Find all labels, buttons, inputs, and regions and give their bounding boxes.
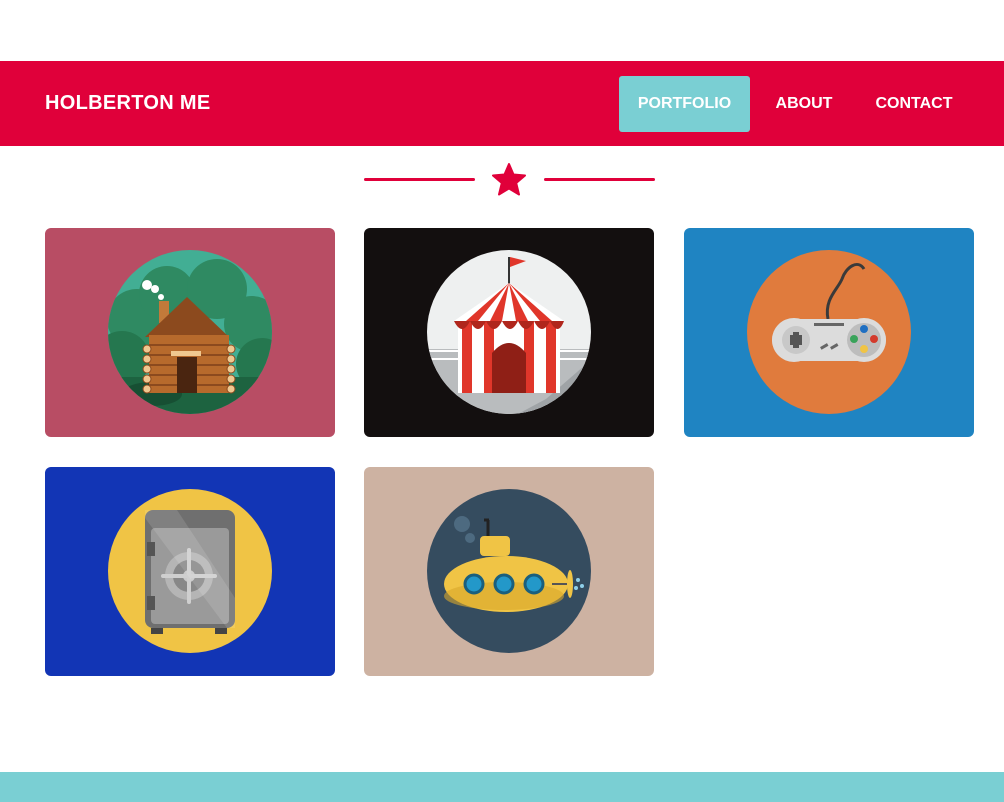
star-icon [492, 163, 526, 196]
portfolio-item-circus[interactable] [364, 228, 654, 437]
portfolio-item-submarine[interactable] [364, 467, 654, 676]
nav-about[interactable]: ABOUT [758, 76, 850, 132]
footer-bar [0, 772, 1004, 802]
portfolio-item-safe[interactable] [45, 467, 335, 676]
divider-line-right [544, 178, 655, 181]
brand-logo[interactable]: HOLBERTON ME [45, 61, 210, 146]
portfolio-item-cabin[interactable] [45, 228, 335, 437]
portfolio-item-controller[interactable] [684, 228, 974, 437]
top-navbar: HOLBERTON ME PORTFOLIO ABOUT CONTACT [0, 61, 1004, 146]
submarine-icon [427, 489, 591, 653]
circus-tent-icon [427, 250, 591, 414]
divider-line-left [364, 178, 475, 181]
game-controller-icon [747, 250, 911, 414]
safe-icon [108, 489, 272, 653]
nav-contact[interactable]: CONTACT [858, 76, 970, 132]
log-cabin-icon [108, 250, 272, 414]
nav-portfolio[interactable]: PORTFOLIO [619, 76, 750, 132]
